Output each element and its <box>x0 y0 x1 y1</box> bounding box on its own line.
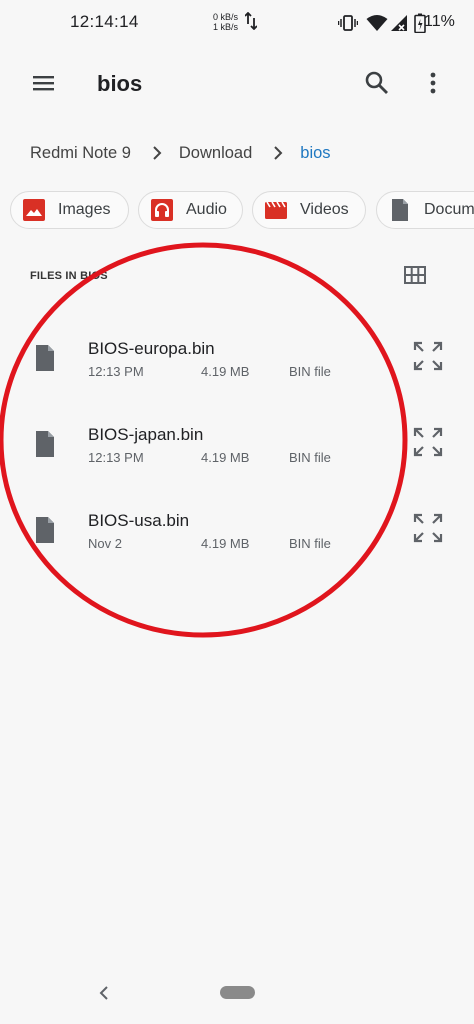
expand-preview-icon[interactable] <box>412 512 444 544</box>
network-upload-speed: 0 kB/s <box>213 12 239 22</box>
chip-images[interactable]: Images <box>10 191 129 229</box>
breadcrumb-item-download[interactable]: Download <box>179 144 252 163</box>
category-chips: Images Audio Videos Docum <box>10 191 474 231</box>
nav-back-icon[interactable] <box>96 984 112 1002</box>
file-row[interactable]: BIOS-europa.bin 12:13 PM 4.19 MB BIN fil… <box>0 324 474 410</box>
grid-view-icon[interactable] <box>404 266 426 284</box>
wifi-icon <box>366 15 388 31</box>
more-vert-icon[interactable] <box>420 68 446 98</box>
vibrate-icon <box>338 15 358 31</box>
chip-videos-label: Videos <box>300 201 349 218</box>
chevron-right-icon <box>153 146 162 160</box>
signal-icon <box>391 15 407 31</box>
file-name: BIOS-japan.bin <box>88 425 204 444</box>
expand-preview-icon[interactable] <box>412 426 444 458</box>
file-name: BIOS-usa.bin <box>88 511 190 530</box>
nav-home-pill[interactable] <box>220 986 255 999</box>
file-row[interactable]: BIOS-japan.bin 12:13 PM 4.19 MB BIN file <box>0 410 474 496</box>
file-date: 12:13 PM <box>88 450 144 465</box>
network-download-speed: 1 kB/s <box>213 22 239 32</box>
breadcrumb-item-device[interactable]: Redmi Note 9 <box>30 144 131 163</box>
expand-preview-icon[interactable] <box>412 340 444 372</box>
file-icon <box>36 517 54 543</box>
headphones-icon <box>151 199 173 221</box>
chevron-right-icon <box>274 146 283 160</box>
file-size: 4.19 MB <box>201 450 250 465</box>
file-size: 4.19 MB <box>201 364 250 379</box>
data-transfer-icon <box>245 12 257 30</box>
status-icons <box>338 12 426 34</box>
battery-percentage: 11% <box>424 13 455 30</box>
search-icon[interactable] <box>362 68 392 98</box>
file-type: BIN file <box>289 450 331 465</box>
file-type: BIN file <box>289 364 331 379</box>
status-bar: 12:14:14 0 kB/s 1 kB/s 11% <box>0 0 474 46</box>
file-icon <box>36 345 54 371</box>
chip-documents-label: Docum <box>424 201 474 218</box>
hamburger-menu-icon[interactable] <box>28 70 58 96</box>
breadcrumb: Redmi Note 9 Download bios <box>30 140 331 166</box>
chip-videos[interactable]: Videos <box>252 191 366 229</box>
network-speed: 0 kB/s 1 kB/s <box>213 12 238 32</box>
file-date: Nov 2 <box>88 536 122 551</box>
file-type: BIN file <box>289 536 331 551</box>
movie-icon <box>265 201 287 219</box>
chip-audio-label: Audio <box>186 201 227 218</box>
status-time: 12:14:14 <box>70 12 139 31</box>
app-toolbar: bios <box>0 46 474 122</box>
file-name: BIOS-europa.bin <box>88 339 215 358</box>
file-row[interactable]: BIOS-usa.bin Nov 2 4.19 MB BIN file <box>0 496 474 582</box>
page-title: bios <box>97 71 143 96</box>
file-icon <box>36 431 54 457</box>
file-date: 12:13 PM <box>88 364 144 379</box>
image-icon <box>23 199 45 221</box>
file-size: 4.19 MB <box>201 536 250 551</box>
chip-audio[interactable]: Audio <box>138 191 243 229</box>
section-title: FILES IN BIOS <box>30 270 108 282</box>
document-icon <box>392 199 408 221</box>
chip-documents[interactable]: Docum <box>376 191 474 229</box>
chip-images-label: Images <box>58 201 111 218</box>
breadcrumb-item-current[interactable]: bios <box>300 144 330 163</box>
